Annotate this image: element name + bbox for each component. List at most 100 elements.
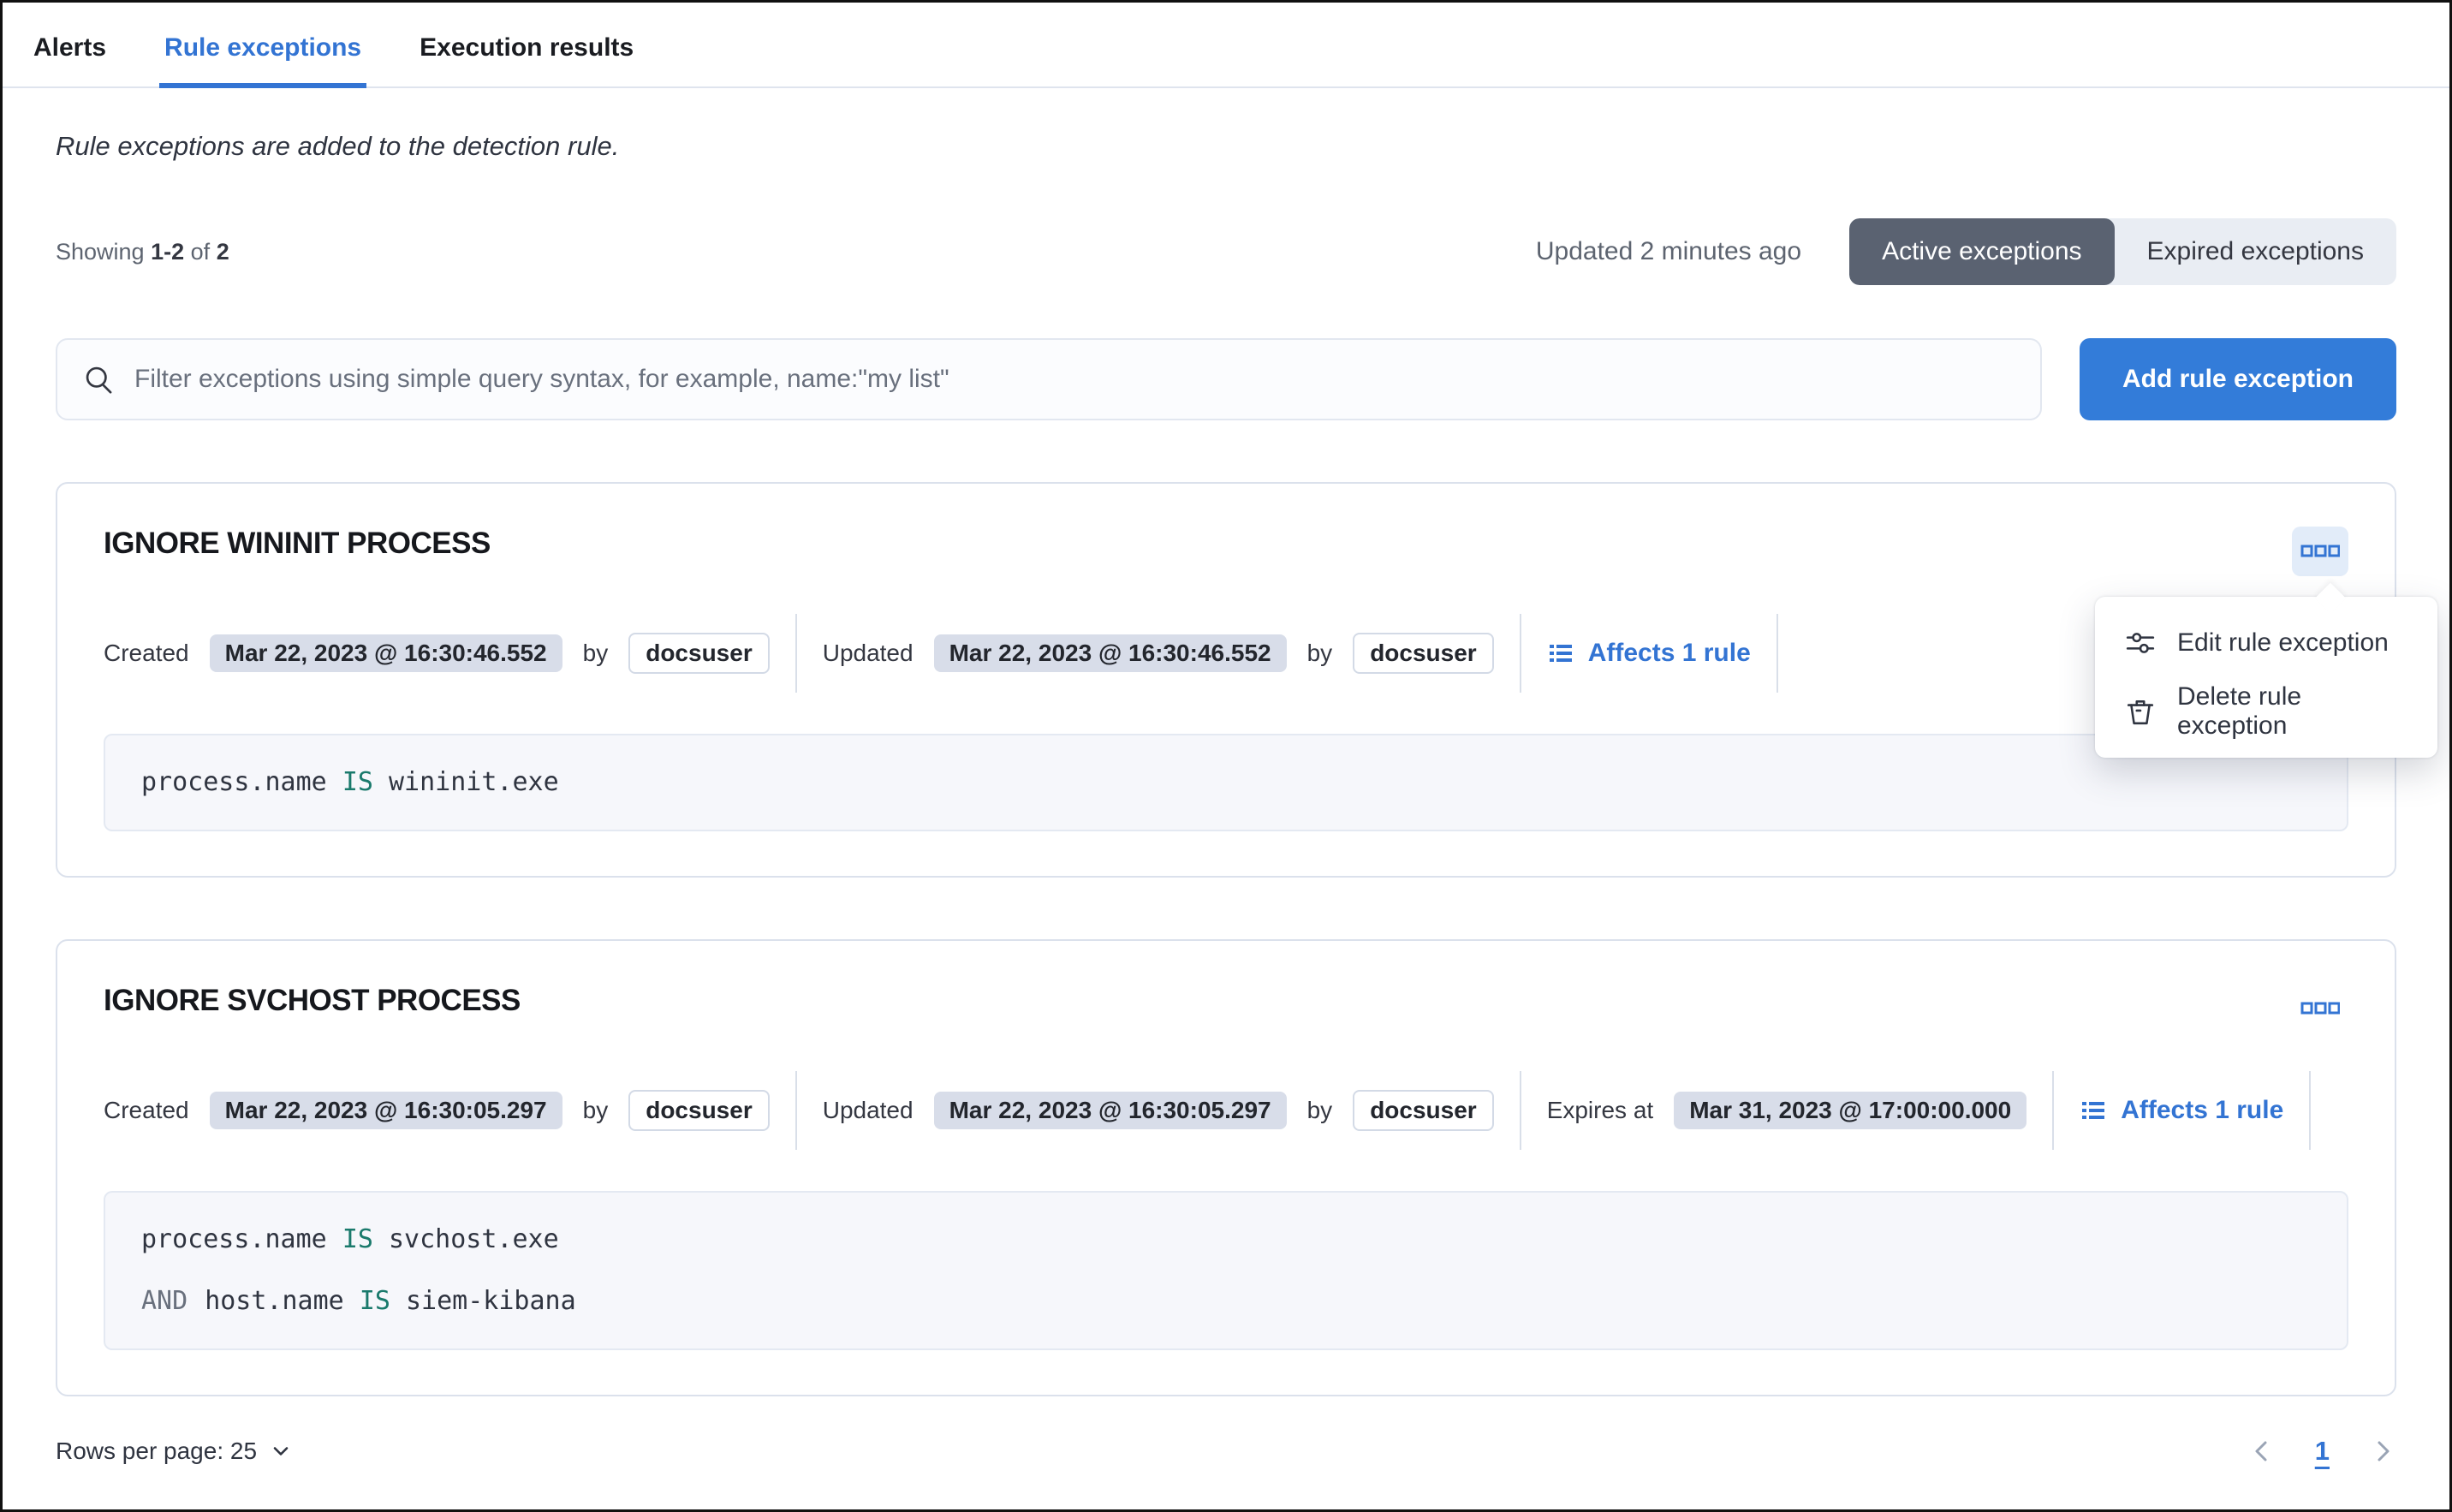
search-box[interactable] (56, 338, 2042, 420)
meta-separator (2052, 1071, 2054, 1150)
updated-date-badge: Mar 22, 2023 @ 16:30:46.552 (934, 634, 1287, 672)
created-label: Created (104, 640, 189, 667)
affects-rule-label: Affects 1 rule (2121, 1096, 2283, 1125)
tab-rule-exceptions[interactable]: Rule exceptions (159, 33, 366, 86)
rule-exceptions-description: Rule exceptions are added to the detecti… (56, 131, 2396, 162)
query-operator: IS (342, 767, 373, 797)
add-rule-exception-button[interactable]: Add rule exception (2080, 338, 2396, 420)
search-row: Add rule exception (56, 338, 2396, 420)
by-label: by (583, 1097, 609, 1124)
chevron-right-icon (2369, 1438, 2396, 1465)
search-icon (83, 364, 114, 395)
created-label: Created (104, 1097, 189, 1124)
by-label: by (1307, 640, 1333, 667)
exception-meta-row: Created Mar 22, 2023 @ 16:30:05.297 by d… (104, 1071, 2348, 1150)
tab-execution-results[interactable]: Execution results (414, 33, 639, 86)
pagination-controls: 1 (2248, 1436, 2396, 1467)
delete-rule-exception-label: Delete rule exception (2177, 682, 2407, 741)
active-exceptions-filter-button[interactable]: Active exceptions (1849, 218, 2114, 285)
affects-rule-link[interactable]: Affects 1 rule (1547, 639, 1751, 668)
query-value: siem-kibana (406, 1286, 576, 1316)
utility-right: Updated 2 minutes ago Active exceptions … (1536, 218, 2396, 285)
exception-title: IGNORE SVCHOST PROCESS (104, 984, 521, 1018)
meta-separator (1520, 614, 1521, 693)
delete-rule-exception-menu-item[interactable]: Delete rule exception (2095, 677, 2437, 746)
list-icon (2080, 1097, 2107, 1124)
query-field: process.name (141, 767, 327, 797)
page-number-1[interactable]: 1 (2315, 1436, 2330, 1467)
by-label: by (583, 640, 609, 667)
card-menu-wrap (2292, 984, 2348, 1033)
chevron-left-icon (2248, 1438, 2276, 1465)
card-actions-menu-button[interactable] (2292, 984, 2348, 1033)
query-value: svchost.exe (389, 1224, 559, 1254)
query-line: process.name IS wininit.exe (141, 766, 2311, 799)
updated-label: Updated (823, 640, 914, 667)
updated-date-badge: Mar 22, 2023 @ 16:30:05.297 (934, 1092, 1287, 1129)
meta-separator (795, 1071, 797, 1150)
showing-count: Showing 1-2 of 2 (56, 239, 229, 265)
exception-meta-row: Created Mar 22, 2023 @ 16:30:46.552 by d… (104, 614, 2348, 693)
exception-filter-group: Active exceptions Expired exceptions (1849, 218, 2396, 285)
query-conjunction: AND (141, 1286, 187, 1316)
showing-label: Showing (56, 239, 145, 265)
boxes-horizontal-icon (2300, 1001, 2340, 1016)
rows-per-page-button[interactable]: Rows per page: 25 (56, 1438, 293, 1465)
query-field: process.name (141, 1224, 327, 1254)
card-actions-menu-button[interactable] (2292, 527, 2348, 576)
next-page-button[interactable] (2369, 1438, 2396, 1465)
affects-rule-link[interactable]: Affects 1 rule (2080, 1096, 2283, 1125)
showing-range: 1-2 (151, 239, 184, 265)
tab-bar: Alerts Rule exceptions Execution results (3, 3, 2449, 88)
search-input[interactable] (134, 365, 2015, 394)
updated-by-badge: docsuser (1353, 1090, 1494, 1131)
affects-rule-label: Affects 1 rule (1588, 639, 1751, 668)
query-operator: IS (360, 1286, 390, 1316)
rule-exceptions-screen: Alerts Rule exceptions Execution results… (0, 0, 2452, 1512)
exception-query-block: process.name IS svchost.exe AND host.name… (104, 1191, 2348, 1350)
query-line: process.name IS svchost.exe (141, 1223, 2311, 1256)
sliders-icon (2126, 628, 2155, 658)
meta-separator (795, 614, 797, 693)
query-line: AND host.name IS siem-kibana (141, 1285, 2311, 1318)
updated-label: Updated (823, 1097, 914, 1124)
tab-alerts[interactable]: Alerts (28, 33, 111, 86)
trash-icon (2126, 697, 2155, 726)
card-menu-wrap: Edit rule exception Delete rule exceptio… (2292, 527, 2348, 576)
query-value: wininit.exe (389, 767, 559, 797)
updated-timestamp: Updated 2 minutes ago (1536, 237, 1801, 266)
list-icon (1547, 640, 1574, 667)
rows-per-page-label: Rows per page: 25 (56, 1438, 257, 1465)
expires-at-badge: Mar 31, 2023 @ 17:00:00.000 (1674, 1092, 2026, 1129)
by-label: by (1307, 1097, 1333, 1124)
updated-by-badge: docsuser (1353, 633, 1494, 674)
meta-separator (1520, 1071, 1521, 1150)
query-field: host.name (205, 1286, 344, 1316)
edit-rule-exception-label: Edit rule exception (2177, 628, 2389, 658)
pagination-footer: Rows per page: 25 1 (56, 1436, 2396, 1492)
meta-separator (1777, 614, 1778, 693)
created-date-badge: Mar 22, 2023 @ 16:30:05.297 (210, 1092, 562, 1129)
meta-separator (2309, 1071, 2311, 1150)
showing-total: 2 (217, 239, 229, 265)
exception-card-wininit: IGNORE WININIT PROCESS (56, 482, 2396, 878)
expires-at-label: Expires at (1547, 1097, 1654, 1124)
card-actions-popover: Edit rule exception Delete rule exceptio… (2095, 597, 2437, 758)
previous-page-button[interactable] (2248, 1438, 2276, 1465)
content-area: Rule exceptions are added to the detecti… (3, 131, 2449, 1492)
chevron-down-icon (269, 1439, 293, 1463)
expired-exceptions-filter-button[interactable]: Expired exceptions (2115, 218, 2396, 285)
query-operator: IS (342, 1224, 373, 1254)
exception-card-svchost: IGNORE SVCHOST PROCESS Created Mar 22, 2… (56, 939, 2396, 1396)
boxes-horizontal-icon (2300, 544, 2340, 559)
edit-rule-exception-menu-item[interactable]: Edit rule exception (2095, 609, 2437, 677)
card-header: IGNORE SVCHOST PROCESS (104, 984, 2348, 1033)
exception-title: IGNORE WININIT PROCESS (104, 527, 491, 561)
card-header: IGNORE WININIT PROCESS (104, 527, 2348, 576)
showing-of: of (191, 239, 211, 265)
exception-query-block: process.name IS wininit.exe (104, 734, 2348, 831)
created-by-badge: docsuser (628, 1090, 770, 1131)
created-by-badge: docsuser (628, 633, 770, 674)
utility-row: Showing 1-2 of 2 Updated 2 minutes ago A… (56, 218, 2396, 285)
created-date-badge: Mar 22, 2023 @ 16:30:46.552 (210, 634, 562, 672)
